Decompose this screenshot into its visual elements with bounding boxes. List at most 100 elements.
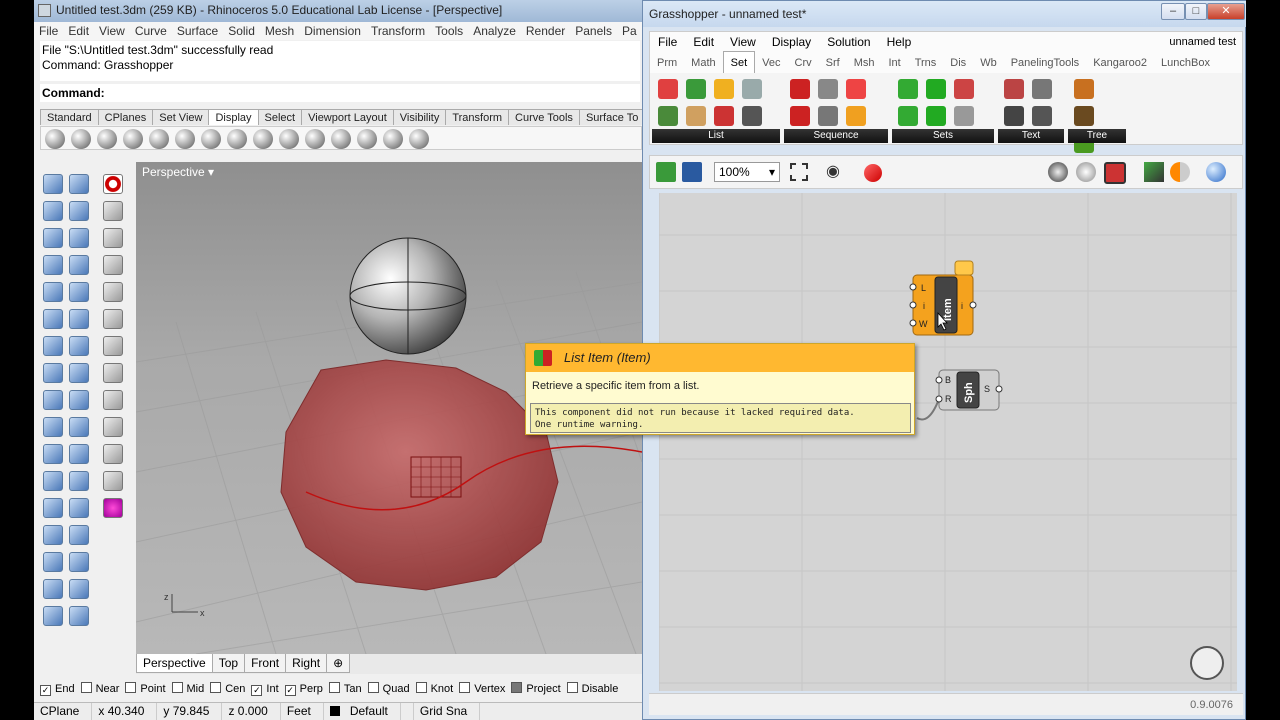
chevron-down-icon[interactable]: ▾ <box>208 165 214 179</box>
viewport-tab-perspective[interactable]: Perspective <box>136 654 213 673</box>
text-split-icon[interactable] <box>1004 106 1024 126</box>
gh-tab-trns[interactable]: Trns <box>908 52 944 74</box>
polygon-icon[interactable] <box>43 255 63 275</box>
rectangle-icon[interactable] <box>69 255 89 275</box>
cube-right-icon[interactable] <box>103 390 123 410</box>
checkbox-icon[interactable] <box>80 682 92 693</box>
tab-transform[interactable]: Transform <box>445 109 510 125</box>
minimize-button[interactable]: – <box>1161 3 1185 20</box>
trim-icon[interactable] <box>69 444 89 464</box>
status-grid-snap[interactable]: Grid Sna <box>414 703 481 720</box>
gh-tab-srf[interactable]: Srf <box>819 52 847 74</box>
gh-tab-dis[interactable]: Dis <box>943 52 973 74</box>
checkbox-icon[interactable] <box>367 682 379 693</box>
command-prompt[interactable]: Command: <box>40 84 640 102</box>
sort-list-icon[interactable] <box>714 79 734 99</box>
menu-panels[interactable]: Panels <box>570 22 617 40</box>
viewport-tab-front[interactable]: Front <box>244 654 287 673</box>
osnap-cen[interactable]: Cen <box>210 680 245 698</box>
paint-icon[interactable] <box>43 606 63 626</box>
check-icon[interactable] <box>69 579 89 599</box>
set-exclusion-icon[interactable] <box>926 106 946 126</box>
globe-icon[interactable] <box>103 228 123 248</box>
checkbox-icon[interactable] <box>415 682 427 693</box>
explode-icon[interactable] <box>69 471 89 491</box>
checkbox-icon[interactable] <box>125 682 137 693</box>
gold-sphere-icon[interactable] <box>305 129 325 149</box>
text-icon[interactable] <box>43 471 63 491</box>
menu-curve[interactable]: Curve <box>130 22 172 40</box>
tab-standard[interactable]: Standard <box>40 109 99 125</box>
menu-tools[interactable]: Tools <box>430 22 468 40</box>
artistic-icon[interactable] <box>201 129 221 149</box>
gh-menu-view[interactable]: View <box>722 32 764 52</box>
render-icon[interactable] <box>69 606 89 626</box>
polyline-icon[interactable] <box>43 201 63 221</box>
warning-badge[interactable] <box>954 260 974 276</box>
osnap-near[interactable]: Near <box>80 680 119 698</box>
red-sphere[interactable] <box>280 359 559 591</box>
wireframe-icon[interactable] <box>45 129 65 149</box>
osnap-mid[interactable]: Mid <box>171 680 204 698</box>
text-case-icon[interactable] <box>1032 79 1052 99</box>
sub-list-icon[interactable] <box>686 106 706 126</box>
box-icon[interactable] <box>43 336 63 356</box>
osnap-int[interactable]: ✓ Int <box>251 680 279 698</box>
cube-front-icon[interactable] <box>103 363 123 383</box>
checkbox-icon[interactable] <box>210 682 222 693</box>
zoom-extents-icon[interactable] <box>790 163 808 181</box>
canvas-compass-icon[interactable] <box>1190 646 1224 680</box>
preview-shaded-icon[interactable] <box>1104 162 1126 184</box>
duplicate-icon[interactable] <box>818 106 838 126</box>
split-icon[interactable] <box>43 444 63 464</box>
pen-icon[interactable] <box>227 129 247 149</box>
menu-view[interactable]: View <box>94 22 130 40</box>
osnap-knot[interactable]: Knot <box>415 680 453 698</box>
technical-icon[interactable] <box>175 129 195 149</box>
tab-select[interactable]: Select <box>257 109 303 125</box>
rendered-icon[interactable] <box>97 129 117 149</box>
list-length-icon[interactable] <box>686 79 706 99</box>
tab-set-view[interactable]: Set View <box>152 109 210 125</box>
record-history-icon[interactable] <box>103 174 123 194</box>
viewport-tab-right[interactable]: Right <box>285 654 328 673</box>
menu-transform[interactable]: Transform <box>366 22 430 40</box>
checkbox-icon[interactable] <box>328 682 340 693</box>
tab-visibility[interactable]: Visibility <box>392 109 447 125</box>
preview-selected-icon[interactable] <box>1144 162 1164 182</box>
curve-icon[interactable] <box>69 201 89 221</box>
group-icon[interactable] <box>69 498 89 518</box>
set-intersection-icon[interactable] <box>898 106 918 126</box>
zoom-select[interactable]: 100% ▾ <box>714 162 780 182</box>
array-icon[interactable] <box>43 498 63 518</box>
menu-mesh[interactable]: Mesh <box>260 22 299 40</box>
menu-edit[interactable]: Edit <box>63 22 94 40</box>
gh-menu-file[interactable]: File <box>650 32 685 52</box>
range-icon[interactable] <box>846 79 866 99</box>
gh-tab-int[interactable]: Int <box>881 52 907 74</box>
move-icon[interactable] <box>43 417 63 437</box>
mesh-icon[interactable] <box>43 363 63 383</box>
cube-view-icon[interactable] <box>103 309 123 329</box>
checkbox-icon[interactable]: ✓ <box>251 685 263 696</box>
brush-icon[interactable] <box>103 417 123 437</box>
gh-tab-wb[interactable]: Wb <box>973 52 1004 74</box>
light-icon[interactable] <box>69 390 89 410</box>
gh-menu-edit[interactable]: Edit <box>685 32 722 52</box>
status-cplane[interactable]: CPlane <box>34 703 93 720</box>
display-sphere-icon[interactable] <box>1206 162 1226 182</box>
checkbox-icon[interactable] <box>566 682 578 693</box>
circle-icon[interactable] <box>43 228 63 248</box>
tab-viewport-layout[interactable]: Viewport Layout <box>301 109 394 125</box>
cull-pattern-icon[interactable] <box>790 79 810 99</box>
gh-tab-lunchbox[interactable]: LunchBox <box>1154 52 1217 74</box>
gh-menu-help[interactable]: Help <box>879 32 920 52</box>
replace-members-icon[interactable] <box>954 106 974 126</box>
menu-file[interactable]: File <box>34 22 63 40</box>
status-units[interactable]: Feet <box>281 703 324 720</box>
shift-list-icon[interactable] <box>714 106 734 126</box>
plugin-gear-icon[interactable] <box>103 498 123 518</box>
cube-top-icon[interactable] <box>103 336 123 356</box>
set-union-icon[interactable] <box>898 79 918 99</box>
material-icon[interactable] <box>279 129 299 149</box>
